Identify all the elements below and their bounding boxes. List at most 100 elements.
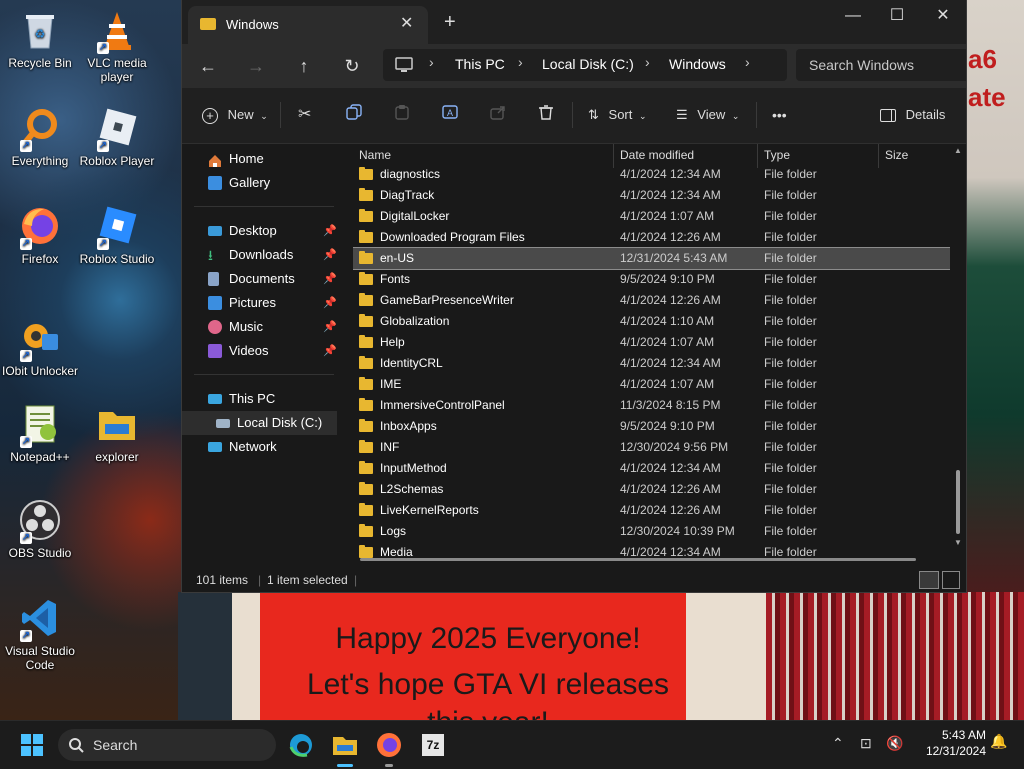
details-button-label: Details [905, 107, 946, 122]
desktop-icon-notepad-plus-plus[interactable]: ↗ Notepad++ [0, 402, 80, 464]
scrollbar-thumb[interactable] [956, 470, 960, 534]
minimize-button[interactable]: — [830, 6, 876, 26]
taskbar-file-explorer[interactable] [329, 729, 361, 767]
column-header-size[interactable]: Size [885, 148, 908, 162]
pin-icon[interactable]: 📌 [323, 339, 337, 363]
desktop-icon-explorer[interactable]: explorer [77, 402, 157, 464]
pin-icon[interactable]: 📌 [323, 267, 337, 291]
file-row[interactable]: GameBarPresenceWriter 4/1/2024 12:26 AM Fi… [353, 290, 950, 311]
scroll-down-arrow-icon[interactable]: ▼ [954, 538, 962, 547]
nav-item-this-pc[interactable]: This PC [182, 387, 337, 411]
nav-item-pictures[interactable]: Pictures 📌 [182, 291, 337, 315]
file-row[interactable]: InputMethod 4/1/2024 12:34 AM File folder [353, 458, 950, 479]
shortcut-arrow-icon: ↗ [20, 630, 32, 642]
notification-bell-icon[interactable]: 🔔 [990, 733, 1007, 750]
file-row[interactable]: Fonts 9/5/2024 9:10 PM File folder [353, 269, 950, 290]
nav-item-downloads[interactable]: ⭳ Downloads 📌 [182, 243, 337, 267]
file-row[interactable]: InboxApps 9/5/2024 9:10 PM File folder [353, 416, 950, 437]
desktop-icon-iobit-unlocker[interactable]: ↗ IObit Unlocker [0, 316, 80, 378]
pin-icon[interactable]: 📌 [323, 243, 337, 267]
pin-icon[interactable]: 📌 [323, 219, 337, 243]
pin-icon[interactable]: 📌 [323, 315, 337, 339]
see-more-button[interactable]: ••• [772, 104, 787, 126]
close-button[interactable]: ✕ [920, 6, 966, 26]
paste-icon[interactable] [394, 104, 410, 126]
file-row[interactable]: Downloaded Program Files 4/1/2024 12:26 A… [353, 227, 950, 248]
copy-icon[interactable] [346, 104, 362, 126]
file-row[interactable]: diagnostics 4/1/2024 12:34 AM File folder [353, 164, 950, 185]
desktop-icon-roblox-studio[interactable]: ↗ Roblox Studio [77, 204, 157, 266]
chevron-up-icon[interactable]: ⌃ [832, 735, 844, 752]
column-header-name[interactable]: Name [359, 148, 391, 162]
file-row[interactable]: DigitalLocker 4/1/2024 1:07 AM File folder [353, 206, 950, 227]
file-date: 4/1/2024 12:34 AM [620, 461, 721, 475]
taskbar-7zip[interactable]: 7z [417, 729, 449, 761]
file-row[interactable]: IdentityCRL 4/1/2024 12:34 AM File folder [353, 353, 950, 374]
file-row[interactable]: IME 4/1/2024 1:07 AM File folder [353, 374, 950, 395]
nav-item-gallery[interactable]: Gallery [182, 171, 337, 195]
address-bar[interactable]: › This PC › Local Disk (C:) › Windows › [383, 49, 787, 81]
file-row[interactable]: LiveKernelReports 4/1/2024 12:26 AM File f… [353, 500, 950, 521]
breadcrumb-windows[interactable]: Windows [669, 56, 726, 72]
file-row[interactable]: DiagTrack 4/1/2024 12:34 AM File folder [353, 185, 950, 206]
up-button[interactable]: ↑ [290, 53, 318, 79]
forward-button[interactable]: → [242, 53, 270, 79]
cut-icon[interactable]: ✂ [298, 104, 311, 126]
desktop-icon-recycle-bin[interactable]: ♻ Recycle Bin [0, 8, 80, 70]
taskbar-search[interactable]: Search [58, 729, 276, 761]
sort-button[interactable]: ⇅ Sort ⌄ [588, 104, 647, 126]
breadcrumb-local-disk[interactable]: Local Disk (C:) [542, 56, 634, 72]
refresh-button[interactable]: ↻ [338, 53, 366, 79]
column-header-date[interactable]: Date modified [620, 148, 694, 162]
nav-item-music[interactable]: Music 📌 [182, 315, 337, 339]
tab-close-icon[interactable]: ✕ [400, 13, 413, 33]
nav-item-home[interactable]: Home [182, 147, 337, 171]
column-header-type[interactable]: Type [764, 148, 790, 162]
desktop-icon-vscode[interactable]: ↗ Visual Studio Code [0, 596, 80, 672]
system-clock[interactable]: 5:43 AM 12/31/2024 [906, 727, 986, 759]
delete-icon[interactable] [538, 104, 554, 126]
nav-item-network[interactable]: Network [182, 435, 337, 459]
pin-icon[interactable]: 📌 [323, 291, 337, 315]
search-box[interactable]: Search Windows [796, 49, 966, 81]
details-pane-button[interactable]: Details [880, 104, 945, 126]
tab-windows[interactable]: Windows ✕ [188, 6, 428, 44]
taskbar-edge[interactable] [285, 729, 317, 761]
desktop-icon-vlc[interactable]: ↗ VLC media player [77, 8, 157, 84]
file-row[interactable]: L2Schemas 4/1/2024 12:26 AM File folder [353, 479, 950, 500]
network-status-icon[interactable]: ⊡ [860, 735, 872, 752]
file-row[interactable]: ImmersiveControlPanel 11/3/2024 8:15 PM Fi… [353, 395, 950, 416]
start-button[interactable] [16, 729, 48, 761]
desktop-icon-obs-studio[interactable]: ↗ OBS Studio [0, 498, 80, 560]
nav-item-desktop[interactable]: Desktop 📌 [182, 219, 337, 243]
nav-item-local-disk[interactable]: Local Disk (C:) [182, 411, 337, 435]
scroll-up-arrow-icon[interactable]: ▲ [954, 146, 962, 155]
file-row[interactable]: Globalization 4/1/2024 1:10 AM File folder [353, 311, 950, 332]
share-icon[interactable] [490, 104, 506, 126]
taskbar-firefox[interactable] [373, 729, 405, 767]
horizontal-scrollbar[interactable] [360, 558, 916, 561]
tiles-view-icon[interactable] [942, 571, 960, 589]
desktop-icon-everything[interactable]: ↗ Everything [0, 106, 80, 168]
file-row[interactable]: INF 12/30/2024 9:56 PM File folder [353, 437, 950, 458]
file-row[interactable]: en-US 12/31/2024 5:43 AM File folder [353, 247, 950, 270]
nav-item-videos[interactable]: Videos 📌 [182, 339, 337, 363]
vertical-scrollbar[interactable]: ▲ ▼ [952, 144, 964, 560]
rename-icon[interactable]: A [442, 104, 460, 126]
new-tab-button[interactable]: + [444, 12, 456, 32]
file-row[interactable]: Logs 12/30/2024 10:39 PM File folder [353, 521, 950, 542]
breadcrumb-this-pc[interactable]: This PC [455, 56, 505, 72]
maximize-button[interactable]: ☐ [874, 6, 920, 26]
nav-item-documents[interactable]: Documents 📌 [182, 267, 337, 291]
desktop-icon-firefox[interactable]: ↗ Firefox [0, 204, 80, 266]
new-button[interactable]: + New ⌄ [202, 104, 268, 126]
view-button[interactable]: ☰ View ⌄ [676, 104, 739, 126]
wallpaper-text-line1: Happy 2025 Everyone! [335, 622, 641, 655]
file-row[interactable]: Help 4/1/2024 1:07 AM File folder [353, 332, 950, 353]
volume-muted-icon[interactable]: 🔇 [886, 735, 903, 752]
back-button[interactable]: ← [194, 53, 222, 79]
details-view-icon[interactable] [919, 571, 939, 589]
file-type: File folder [764, 188, 817, 202]
desktop-icon-roblox-player[interactable]: ↗ Roblox Player [77, 106, 157, 168]
folder-icon [359, 545, 373, 558]
